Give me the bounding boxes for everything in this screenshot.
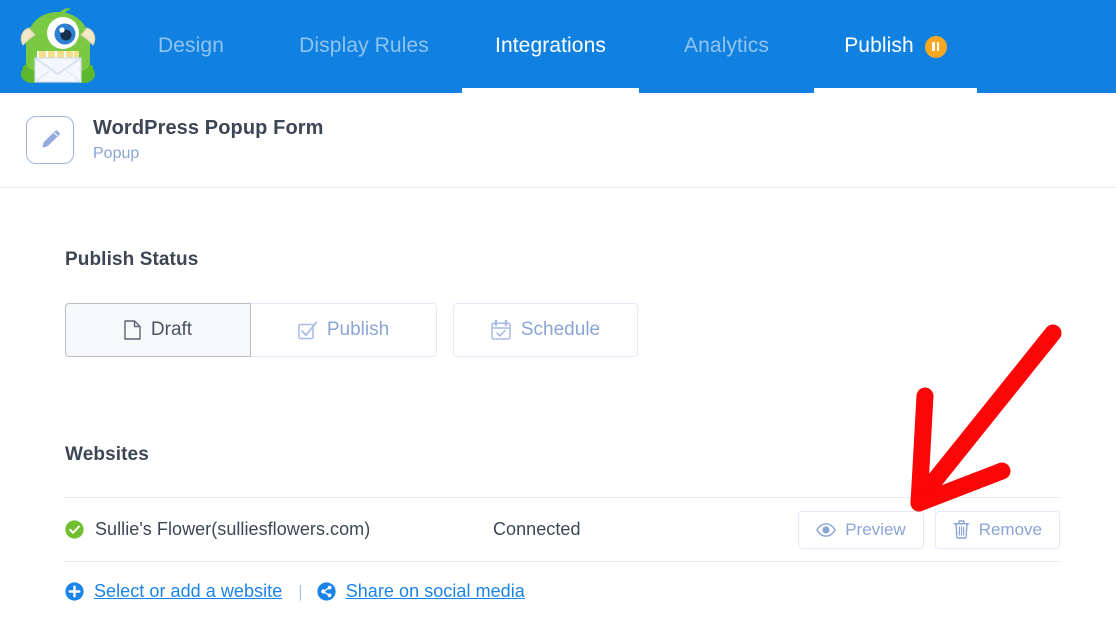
websites-footer-links: Select or add a website | Share on socia… [65, 581, 525, 602]
campaign-type-label: Popup [93, 143, 324, 165]
preview-button[interactable]: Preview [798, 511, 923, 549]
select-or-add-website-link[interactable]: Select or add a website [65, 581, 282, 602]
page-title: WordPress Popup Form [93, 116, 324, 141]
plus-circle-icon [65, 582, 84, 601]
campaign-header-text: WordPress Popup Form Popup [93, 116, 324, 165]
publish-page: Design Display Rules Integrations Analyt… [0, 0, 1116, 633]
select-or-add-website-label: Select or add a website [94, 581, 282, 602]
pencil-edit-icon[interactable] [26, 116, 74, 164]
connection-status-indicator [65, 520, 95, 539]
share-on-social-media-label: Share on social media [346, 581, 525, 602]
eye-icon [816, 523, 836, 537]
nav-item-integrations-label: Integrations [495, 35, 606, 58]
nav-item-analytics-label: Analytics [684, 35, 769, 58]
remove-button-label: Remove [979, 520, 1042, 540]
publish-status-heading: Publish Status [65, 249, 198, 271]
pencil-glyph [37, 127, 63, 153]
website-row-actions: Preview Remove [798, 511, 1060, 549]
website-name: Sullie's Flower(sulliesflowers.com) [95, 519, 493, 540]
top-navigation-bar: Design Display Rules Integrations Analyt… [0, 0, 1116, 93]
optinmonster-mascot-logo [13, 6, 103, 88]
nav-item-design[interactable]: Design [116, 0, 266, 93]
nav-item-publish-label: Publish [844, 35, 914, 58]
share-circle-icon [317, 582, 336, 601]
publish-button-label: Publish [327, 319, 389, 341]
publish-status-button-row: Draft Publish Schedule [65, 303, 638, 357]
file-document-icon [124, 320, 141, 340]
draft-button[interactable]: Draft [65, 303, 251, 357]
campaign-header: WordPress Popup Form Popup [0, 93, 1116, 188]
nav-item-publish[interactable]: Publish [814, 0, 977, 93]
nav-item-analytics[interactable]: Analytics [639, 0, 814, 93]
publish-status-segmented-control: Draft Publish [65, 303, 437, 357]
table-row: Sullie's Flower(sulliesflowers.com) Conn… [65, 497, 1060, 562]
nav-item-integrations[interactable]: Integrations [462, 0, 639, 93]
check-square-icon [298, 321, 317, 340]
green-check-circle-icon [65, 520, 84, 539]
draft-button-label: Draft [151, 319, 192, 341]
nav-item-display-rules-label: Display Rules [299, 35, 429, 58]
share-on-social-media-link[interactable]: Share on social media [317, 581, 525, 602]
schedule-button-label: Schedule [521, 319, 600, 341]
websites-table: Sullie's Flower(sulliesflowers.com) Conn… [65, 497, 1060, 562]
pause-badge-icon [925, 36, 947, 58]
app-logo[interactable] [0, 0, 116, 93]
remove-button[interactable]: Remove [935, 511, 1060, 549]
nav-item-display-rules[interactable]: Display Rules [266, 0, 462, 93]
preview-button-label: Preview [845, 520, 905, 540]
nav-items: Design Display Rules Integrations Analyt… [116, 0, 977, 93]
nav-item-design-label: Design [158, 35, 224, 58]
trash-icon [953, 520, 970, 539]
footer-link-separator: | [298, 582, 302, 602]
schedule-button[interactable]: Schedule [453, 303, 638, 357]
publish-button[interactable]: Publish [251, 303, 437, 357]
websites-heading: Websites [65, 444, 149, 466]
calendar-check-icon [491, 320, 511, 340]
website-status: Connected [493, 519, 798, 540]
